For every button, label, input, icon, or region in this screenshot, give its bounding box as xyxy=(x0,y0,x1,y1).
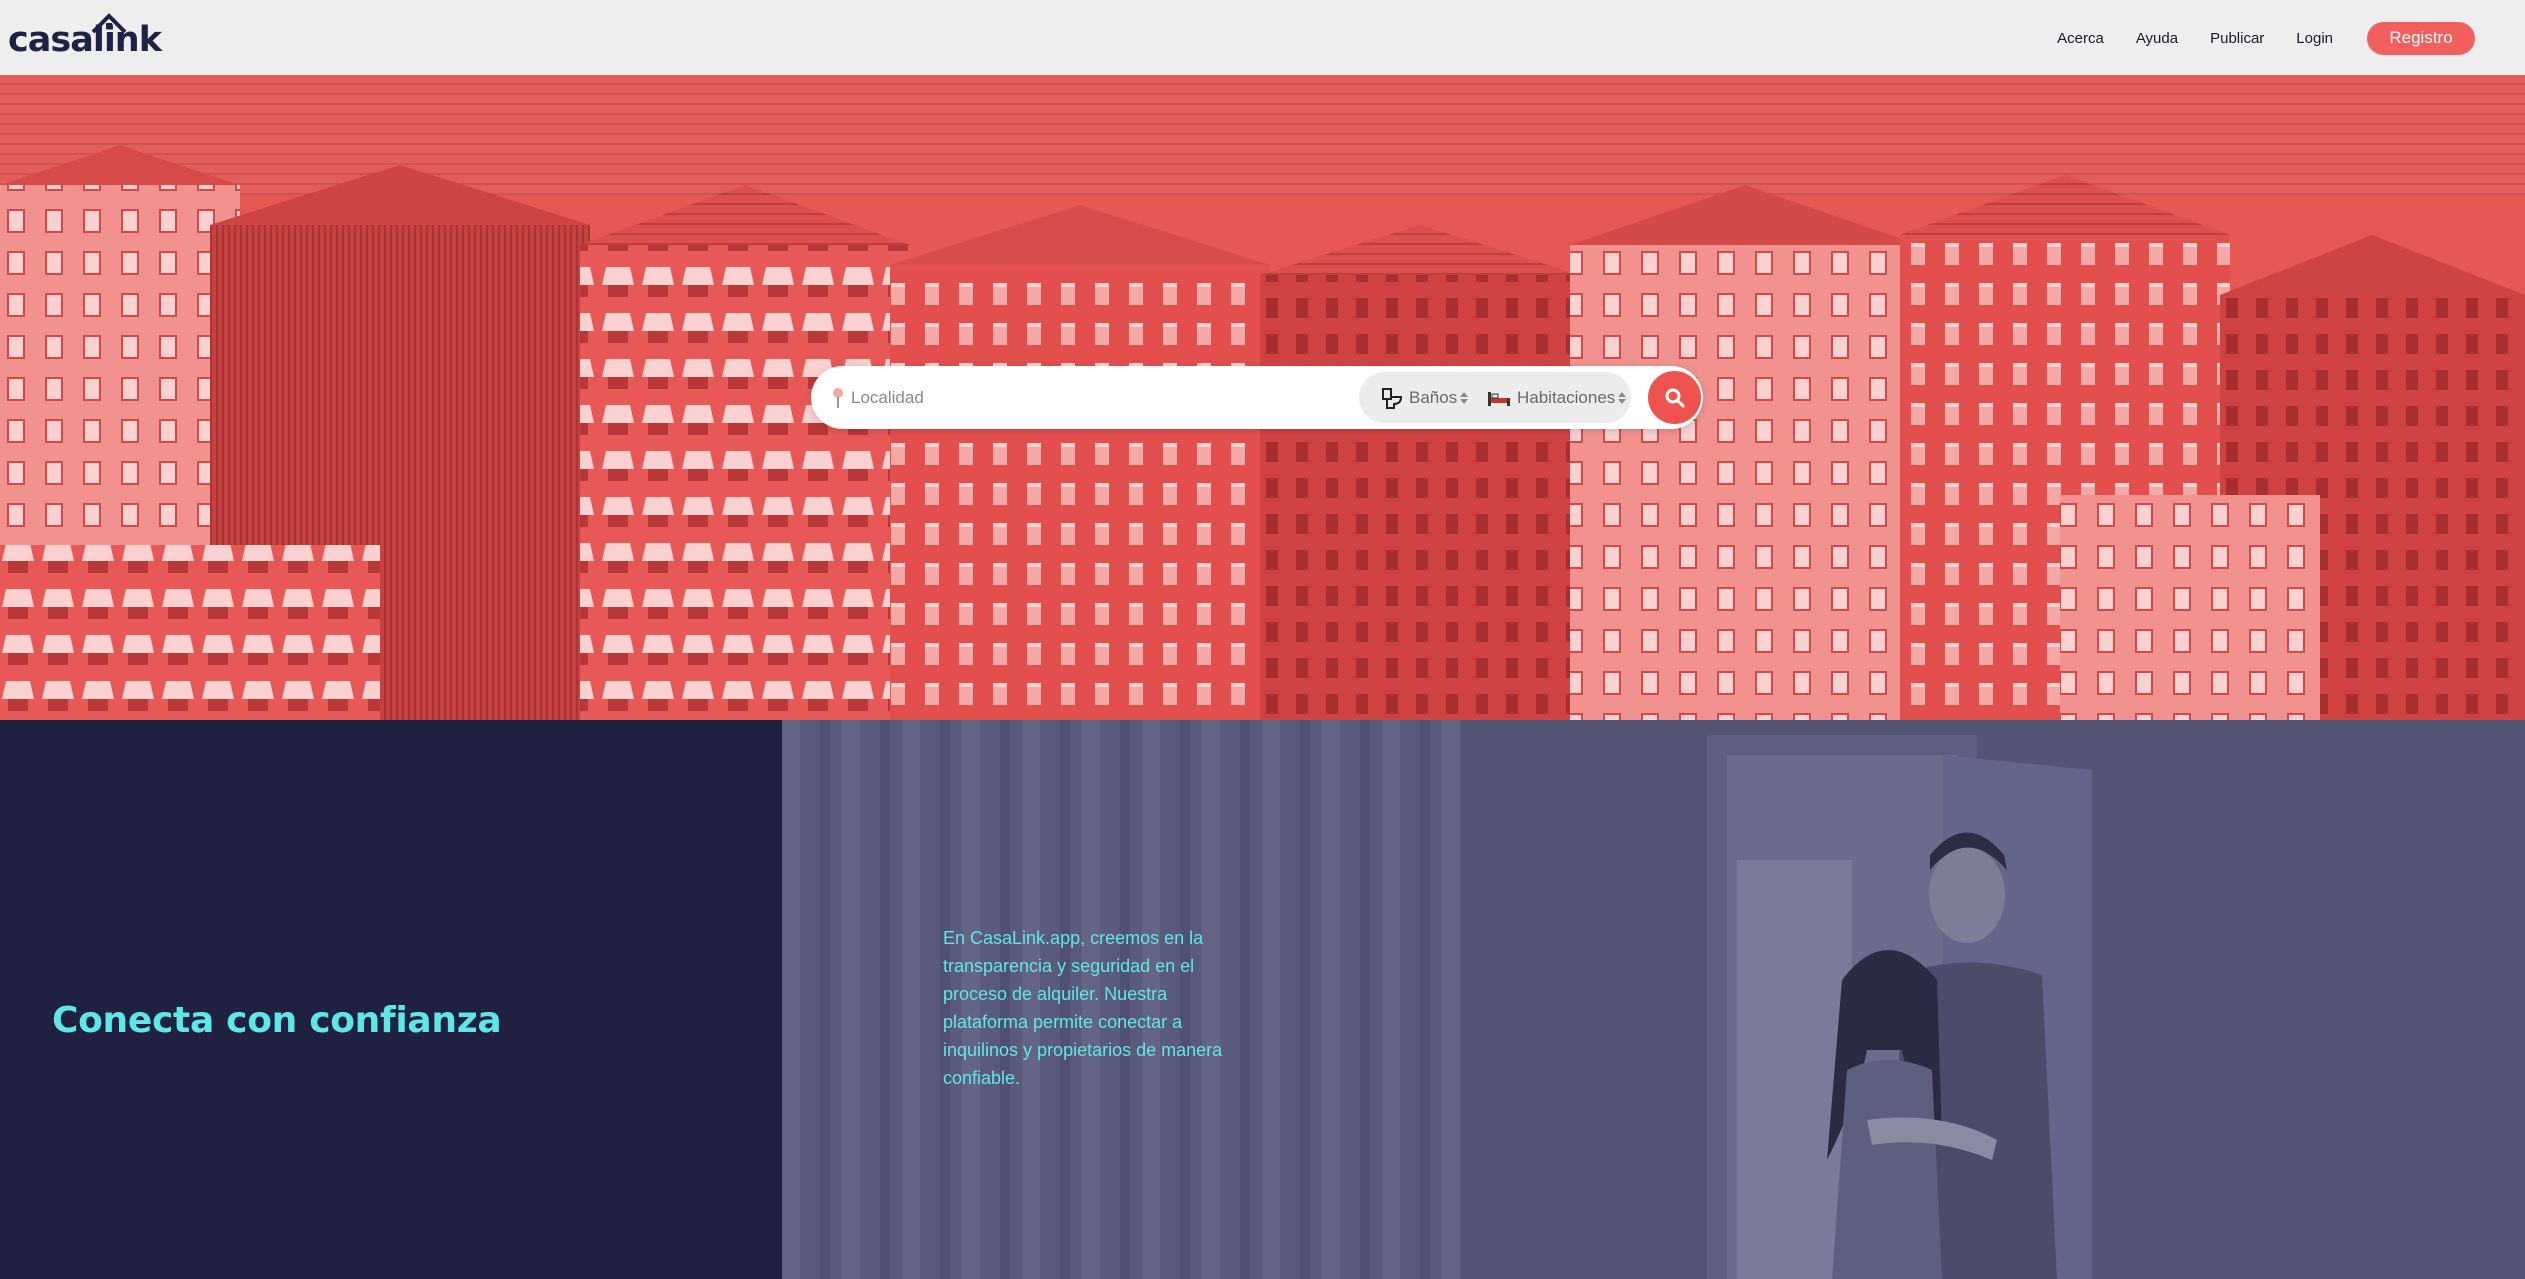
pin-icon xyxy=(833,387,843,408)
bathrooms-select[interactable]: Baños xyxy=(1381,372,1469,423)
rooms-label: Habitaciones xyxy=(1517,387,1616,407)
search-icon xyxy=(1665,388,1684,407)
rooms-select[interactable]: Habitaciones xyxy=(1487,372,1627,423)
location-input[interactable] xyxy=(849,386,1333,409)
trust-section: Conecta con confianza En CasaLink.app, c… xyxy=(0,720,2525,1279)
bathrooms-label: Baños xyxy=(1409,387,1458,407)
nav-link-ayuda[interactable]: Ayuda xyxy=(2136,30,2178,47)
nav-links: Acerca Ayuda Publicar Login Registro xyxy=(2057,19,2475,57)
headline-panel: Conecta con confianza xyxy=(0,720,782,1279)
navbar: casalink Acerca Ayuda Publicar Login Reg… xyxy=(0,0,2525,75)
location-field xyxy=(831,366,1351,429)
bed-icon xyxy=(1488,391,1510,406)
nav-link-publicar[interactable]: Publicar xyxy=(2210,30,2264,47)
search-button[interactable] xyxy=(1648,371,1701,424)
section-headline: Conecta con confianza xyxy=(52,1000,502,1041)
search-bar: Baños Habitaciones xyxy=(811,366,1703,429)
spinner-icon xyxy=(1618,391,1627,404)
house-roof-icon xyxy=(91,13,127,34)
register-button[interactable]: Registro xyxy=(2367,21,2475,55)
section-body-text: En CasaLink.app, creemos en la transpare… xyxy=(943,928,1223,1088)
logo[interactable]: casalink xyxy=(8,13,162,60)
hero-banner: Baños Habitaciones xyxy=(0,75,2525,720)
filters-group: Baños Habitaciones xyxy=(1359,372,1631,423)
toilet-icon xyxy=(1382,387,1403,409)
nav-link-login[interactable]: Login xyxy=(2296,30,2333,47)
spinner-icon xyxy=(1460,391,1469,404)
nav-link-acerca[interactable]: Acerca xyxy=(2057,30,2104,47)
